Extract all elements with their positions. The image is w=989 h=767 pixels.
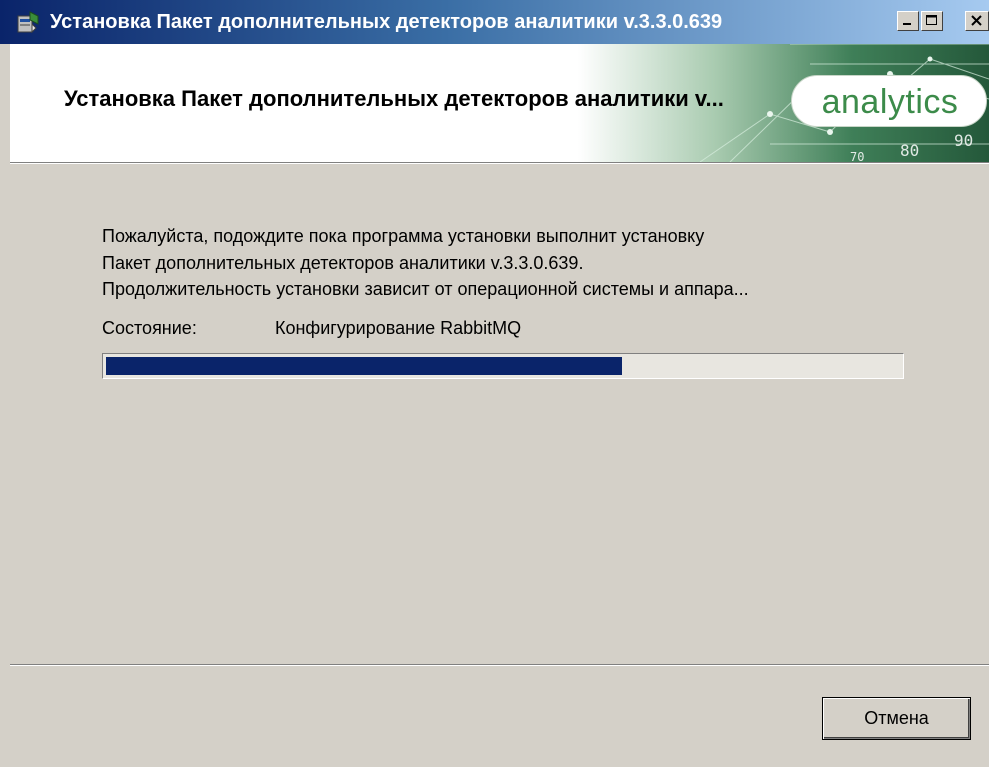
svg-text:70: 70: [850, 150, 864, 162]
install-progress-bar: [102, 353, 904, 379]
banner-divider-highlight: [10, 163, 989, 164]
status-label: Состояние:: [102, 318, 197, 338]
installer-window: Установка Пакет дополнительных детекторо…: [0, 0, 989, 767]
wait-message-line-2: Пакет дополнительных детекторов аналитик…: [102, 253, 584, 273]
window-title: Установка Пакет дополнительных детекторо…: [50, 11, 723, 33]
minimize-button[interactable]: [897, 11, 919, 31]
cancel-button[interactable]: Отмена: [822, 697, 971, 740]
installer-icon: [17, 11, 39, 34]
close-button[interactable]: [965, 11, 989, 31]
footer-divider-highlight: [10, 665, 989, 666]
wait-message-line-3: Продолжительность установки зависит от о…: [102, 279, 749, 299]
svg-text:80: 80: [900, 141, 919, 160]
progress-fill: [106, 357, 622, 375]
close-icon: [971, 15, 982, 26]
title-bar[interactable]: Установка Пакет дополнительных детекторо…: [0, 0, 989, 44]
maximize-button[interactable]: [921, 11, 943, 31]
maximize-icon: [926, 15, 937, 25]
header-banner: 80 90 70 Установка Пакет дополнительных …: [10, 44, 989, 162]
logo-text: analytics: [821, 83, 959, 121]
banner-title: Установка Пакет дополнительных детекторо…: [64, 86, 724, 111]
wait-message-line-1: Пожалуйста, подождите пока программа уст…: [102, 226, 705, 246]
window-border: [0, 44, 10, 767]
minimize-icon: [903, 23, 911, 25]
status-value: Конфигурирование RabbitMQ: [275, 318, 522, 338]
analytics-logo: analytics: [791, 75, 987, 127]
svg-text:90: 90: [954, 131, 973, 150]
